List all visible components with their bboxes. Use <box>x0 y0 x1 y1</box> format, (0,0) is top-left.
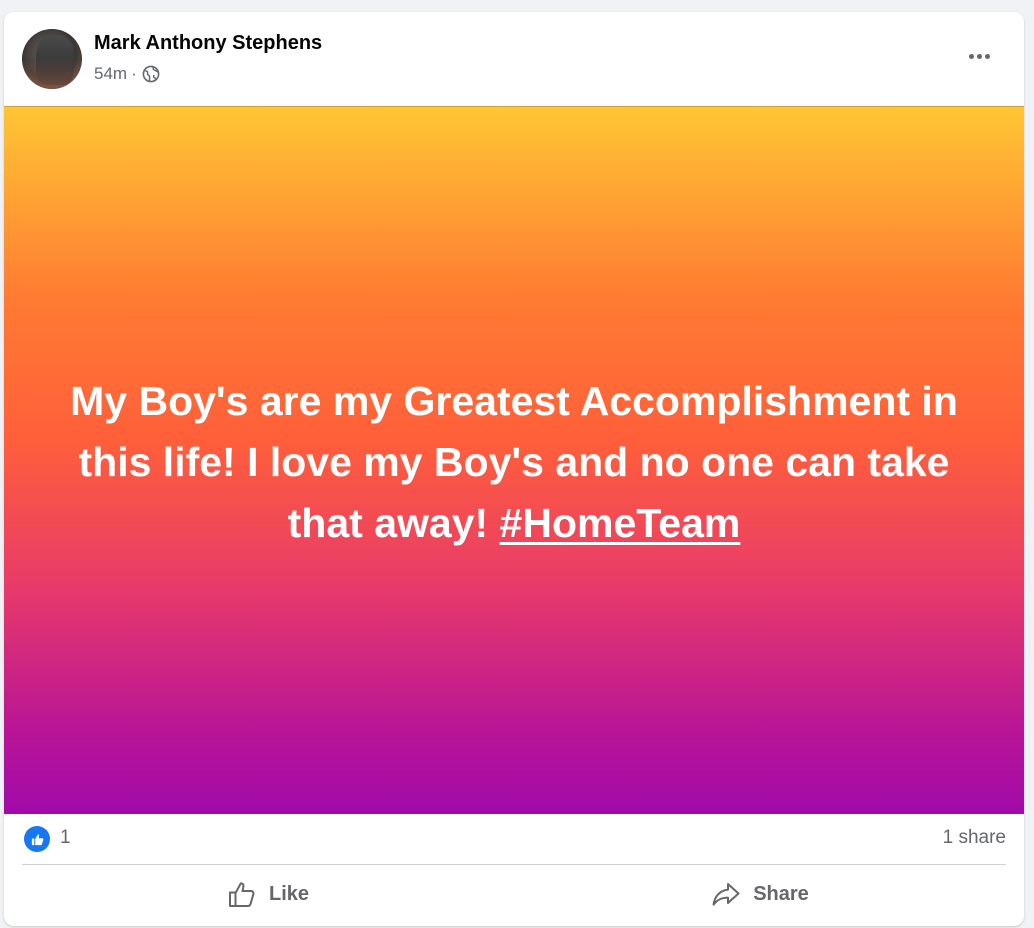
avatar-photo-shade <box>22 59 82 89</box>
share-arrow-icon <box>712 883 740 906</box>
like-reaction-icon[interactable] <box>24 826 50 852</box>
more-options-icon[interactable] <box>956 40 1002 72</box>
post-header: Mark Anthony Stephens 54m · <box>4 12 1024 106</box>
more-dot <box>968 53 974 59</box>
globe-icon[interactable] <box>142 65 160 83</box>
meta-separator: · <box>131 64 137 83</box>
reaction-count[interactable]: 1 <box>60 827 71 849</box>
actions-divider <box>22 864 1006 865</box>
post-stats: 1 1 share <box>4 814 1024 864</box>
like-button[interactable]: Like <box>22 870 514 918</box>
share-button[interactable]: Share <box>514 870 1006 918</box>
post-timestamp[interactable]: 54m <box>94 64 127 84</box>
gradient-background-post: My Boy's are my Greatest Accomplishment … <box>4 106 1024 814</box>
hashtag-link[interactable]: #HomeTeam <box>500 500 741 546</box>
more-dot <box>984 53 990 59</box>
author-avatar[interactable] <box>22 29 82 89</box>
thumbs-up-icon <box>228 882 255 907</box>
post-text: My Boy's are my Greatest Accomplishment … <box>44 371 984 554</box>
share-count[interactable]: 1 share <box>943 827 1006 849</box>
share-button-label: Share <box>753 882 809 905</box>
author-name[interactable]: Mark Anthony Stephens <box>94 32 322 55</box>
post-meta: 54m · <box>94 63 160 85</box>
more-dot <box>976 53 982 59</box>
like-button-label: Like <box>268 882 310 905</box>
post-card: Mark Anthony Stephens 54m · My Boy's are… <box>4 12 1024 926</box>
post-actions: Like Share <box>22 870 1006 918</box>
